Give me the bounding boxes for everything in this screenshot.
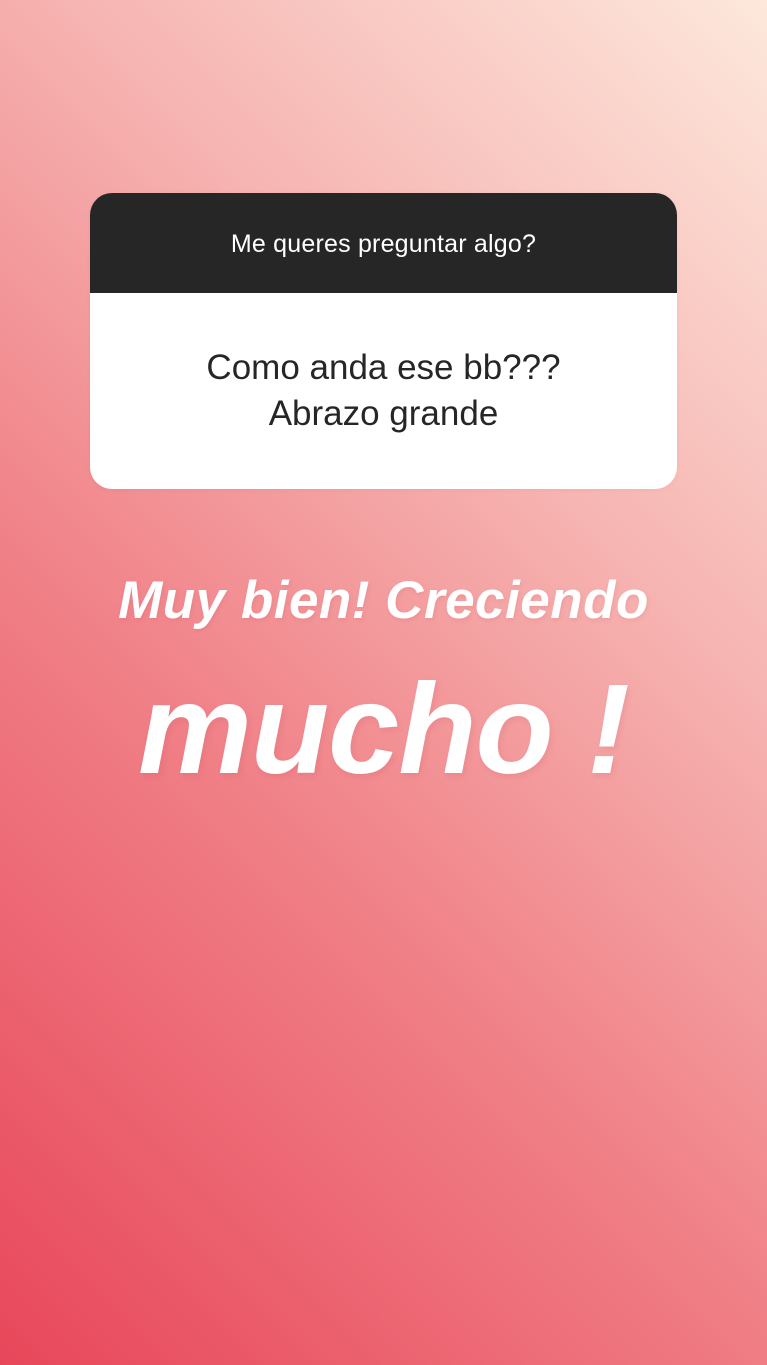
question-sticker-header: Me queres preguntar algo?	[90, 193, 677, 293]
reply-text-line-1: Muy bien! Creciendo	[118, 571, 649, 630]
reply-text-line-2: mucho !	[138, 658, 630, 801]
question-sticker[interactable]: Me queres preguntar algo? Como anda ese …	[90, 193, 677, 489]
question-answer-line: Como anda ese bb???	[206, 348, 561, 387]
question-prompt: Me queres preguntar algo?	[230, 229, 537, 258]
question-answer: Como anda ese bb??? Abrazo grande	[90, 293, 677, 489]
question-answer-line: Abrazo grande	[268, 394, 499, 433]
